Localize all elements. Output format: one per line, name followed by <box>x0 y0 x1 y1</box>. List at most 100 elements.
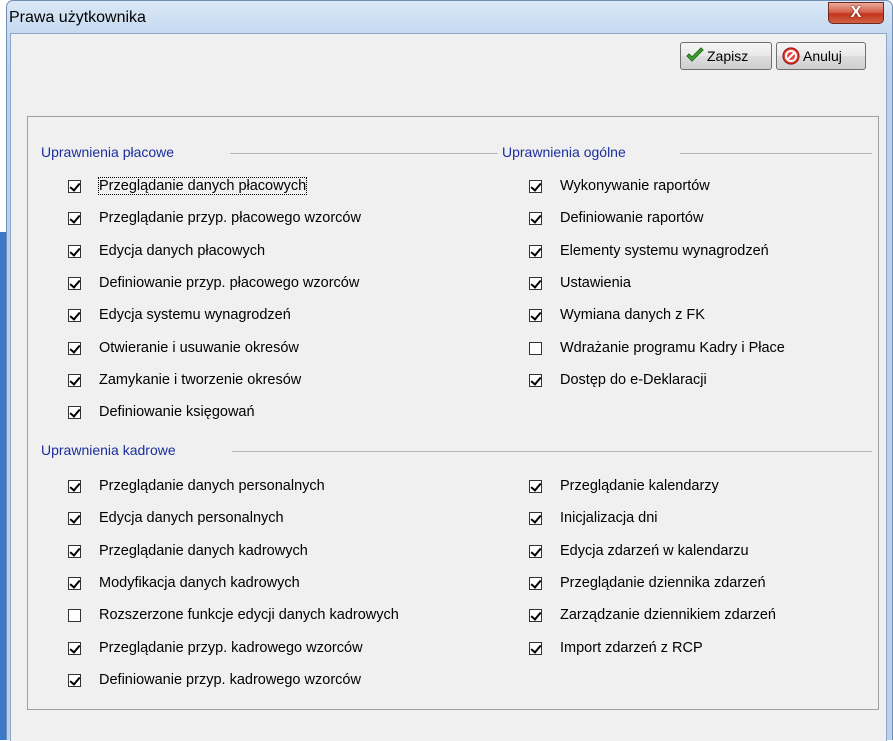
checkbox-label: Przeglądanie danych personalnych <box>99 478 325 494</box>
checkbox-checked-icon[interactable] <box>68 479 81 493</box>
group-title-ogolne: Uprawnienia ogólne <box>502 144 632 160</box>
checkbox-label: Elementy systemu wynagrodzeń <box>560 243 769 259</box>
checkbox-placowe-6[interactable]: Zamykanie i tworzenie okresów <box>68 369 301 391</box>
checkbox-checked-icon[interactable] <box>68 511 81 525</box>
cancel-button[interactable]: Anuluj <box>776 42 866 70</box>
group-title-placowe: Uprawnienia płacowe <box>41 144 181 160</box>
checkbox-kadrowe-right-5[interactable]: Import zdarzeń z RCP <box>529 637 703 659</box>
checkbox-checked-icon[interactable] <box>529 641 542 655</box>
checkbox-placowe-4[interactable]: Edycja systemu wynagrodzeń <box>68 304 291 326</box>
checkbox-ogolne-6[interactable]: Dostęp do e-Deklaracji <box>529 369 707 391</box>
checkbox-label: Import zdarzeń z RCP <box>560 640 703 656</box>
save-button-label: Zapisz <box>707 48 749 64</box>
checkbox-checked-icon[interactable] <box>68 341 81 355</box>
title-bar[interactable]: Prawa użytkownika X <box>7 1 892 33</box>
checkbox-label: Edycja danych płacowych <box>99 243 266 259</box>
checkbox-checked-icon[interactable] <box>68 211 81 225</box>
checkbox-checked-icon[interactable] <box>68 405 81 419</box>
checkbox-kadrowe-right-0[interactable]: Przeglądanie kalendarzy <box>529 475 719 497</box>
close-icon: X <box>850 4 862 21</box>
checkbox-kadrowe-left-5[interactable]: Przeglądanie przyp. kadrowego wzorców <box>68 637 363 659</box>
checkbox-label: Wymiana danych z FK <box>560 307 705 323</box>
checkbox-label: Zamykanie i tworzenie okresów <box>99 372 302 388</box>
checkbox-label: Definiowanie raportów <box>560 210 704 226</box>
checkbox-label: Przeglądanie danych kadrowych <box>99 543 308 559</box>
checkbox-label: Definiowanie przyp. płacowego wzorców <box>99 275 360 291</box>
checkbox-label: Rozszerzone funkcje edycji danych kadrow… <box>99 607 399 623</box>
checkbox-checked-icon[interactable] <box>68 373 81 387</box>
checkbox-placowe-2[interactable]: Edycja danych płacowych <box>68 240 265 262</box>
checkbox-checked-icon[interactable] <box>529 479 542 493</box>
checkbox-kadrowe-left-4[interactable]: Rozszerzone funkcje edycji danych kadrow… <box>68 604 399 626</box>
checkbox-checked-icon[interactable] <box>68 544 81 558</box>
checkbox-label: Przeglądanie przyp. płacowego wzorców <box>99 210 361 226</box>
checkbox-checked-icon[interactable] <box>68 673 81 687</box>
checkbox-kadrowe-right-2[interactable]: Edycja zdarzeń w kalendarzu <box>529 540 749 562</box>
checkbox-kadrowe-left-3[interactable]: Modyfikacja danych kadrowych <box>68 572 300 594</box>
checkbox-ogolne-2[interactable]: Elementy systemu wynagrodzeń <box>529 240 769 262</box>
checkbox-checked-icon[interactable] <box>529 511 542 525</box>
checkbox-kadrowe-right-4[interactable]: Zarządzanie dziennikiem zdarzeń <box>529 604 776 626</box>
checkbox-checked-icon[interactable] <box>68 308 81 322</box>
checkbox-ogolne-3[interactable]: Ustawienia <box>529 272 631 294</box>
checkbox-label: Przeglądanie kalendarzy <box>560 478 719 494</box>
checkbox-label: Edycja zdarzeń w kalendarzu <box>560 543 749 559</box>
checkbox-ogolne-5[interactable]: Wdrażanie programu Kadry i Płace <box>529 337 785 359</box>
close-button[interactable]: X <box>828 2 884 24</box>
checkbox-checked-icon[interactable] <box>529 608 542 622</box>
checkbox-checked-icon[interactable] <box>529 211 542 225</box>
checkbox-checked-icon[interactable] <box>529 244 542 258</box>
checkbox-label: Przeglądanie danych płacowych <box>97 177 308 195</box>
checkbox-kadrowe-left-6[interactable]: Definiowanie przyp. kadrowego wzorców <box>68 669 361 691</box>
checkbox-label: Wdrażanie programu Kadry i Płace <box>560 340 785 356</box>
checkbox-ogolne-4[interactable]: Wymiana danych z FK <box>529 304 705 326</box>
checkbox-checked-icon[interactable] <box>68 244 81 258</box>
checkbox-ogolne-1[interactable]: Definiowanie raportów <box>529 207 703 229</box>
checkbox-placowe-0[interactable]: Przeglądanie danych płacowych <box>68 175 308 197</box>
checkbox-kadrowe-left-0[interactable]: Przeglądanie danych personalnych <box>68 475 325 497</box>
checkbox-placowe-7[interactable]: Definiowanie księgowań <box>68 401 255 423</box>
checkbox-label: Otwieranie i usuwanie okresów <box>99 340 299 356</box>
checkbox-checked-icon[interactable] <box>529 276 542 290</box>
checkbox-kadrowe-right-3[interactable]: Przeglądanie dziennika zdarzeń <box>529 572 766 594</box>
checkbox-placowe-3[interactable]: Definiowanie przyp. płacowego wzorców <box>68 272 359 294</box>
cancel-icon <box>782 47 800 65</box>
checkbox-checked-icon[interactable] <box>529 373 542 387</box>
checkbox-kadrowe-right-1[interactable]: Inicjalizacja dni <box>529 507 658 529</box>
checkbox-checked-icon[interactable] <box>68 179 81 193</box>
save-button[interactable]: Zapisz <box>680 42 772 70</box>
checkbox-label: Przeglądanie dziennika zdarzeń <box>560 575 766 591</box>
checkbox-checked-icon[interactable] <box>68 276 81 290</box>
checkbox-unchecked-icon[interactable] <box>68 608 81 622</box>
checkbox-checked-icon[interactable] <box>68 641 81 655</box>
checkbox-kadrowe-left-2[interactable]: Przeglądanie danych kadrowych <box>68 540 308 562</box>
group-divider-placowe <box>230 153 498 154</box>
checkbox-label: Ustawienia <box>560 275 631 291</box>
checkbox-label: Edycja danych personalnych <box>99 510 284 526</box>
checkbox-label: Definiowanie przyp. kadrowego wzorców <box>99 672 361 688</box>
checkbox-label: Inicjalizacja dni <box>560 510 658 526</box>
checkbox-kadrowe-left-1[interactable]: Edycja danych personalnych <box>68 507 284 529</box>
cancel-button-label: Anuluj <box>803 48 842 64</box>
checkbox-ogolne-0[interactable]: Wykonywanie raportów <box>529 175 710 197</box>
checkbox-checked-icon[interactable] <box>529 544 542 558</box>
checkbox-label: Przeglądanie przyp. kadrowego wzorców <box>99 640 363 656</box>
checkbox-checked-icon[interactable] <box>529 576 542 590</box>
checkbox-label: Dostęp do e-Deklaracji <box>560 372 707 388</box>
checkbox-label: Zarządzanie dziennikiem zdarzeń <box>560 607 776 623</box>
group-divider-ogolne <box>680 153 872 154</box>
checkbox-checked-icon[interactable] <box>529 179 542 193</box>
checkbox-unchecked-icon[interactable] <box>529 341 542 355</box>
checkbox-placowe-5[interactable]: Otwieranie i usuwanie okresów <box>68 337 299 359</box>
group-title-kadrowe: Uprawnienia kadrowe <box>41 442 182 458</box>
checkbox-label: Wykonywanie raportów <box>560 178 710 194</box>
checkbox-checked-icon[interactable] <box>529 308 542 322</box>
checkmark-icon <box>686 47 704 62</box>
group-divider-kadrowe <box>232 451 872 452</box>
checkbox-label: Edycja systemu wynagrodzeń <box>99 307 291 323</box>
checkbox-placowe-1[interactable]: Przeglądanie przyp. płacowego wzorców <box>68 207 361 229</box>
checkbox-checked-icon[interactable] <box>68 576 81 590</box>
window-title: Prawa użytkownika <box>9 9 146 26</box>
checkbox-label: Definiowanie księgowań <box>99 404 255 420</box>
checkbox-label: Modyfikacja danych kadrowych <box>99 575 300 591</box>
